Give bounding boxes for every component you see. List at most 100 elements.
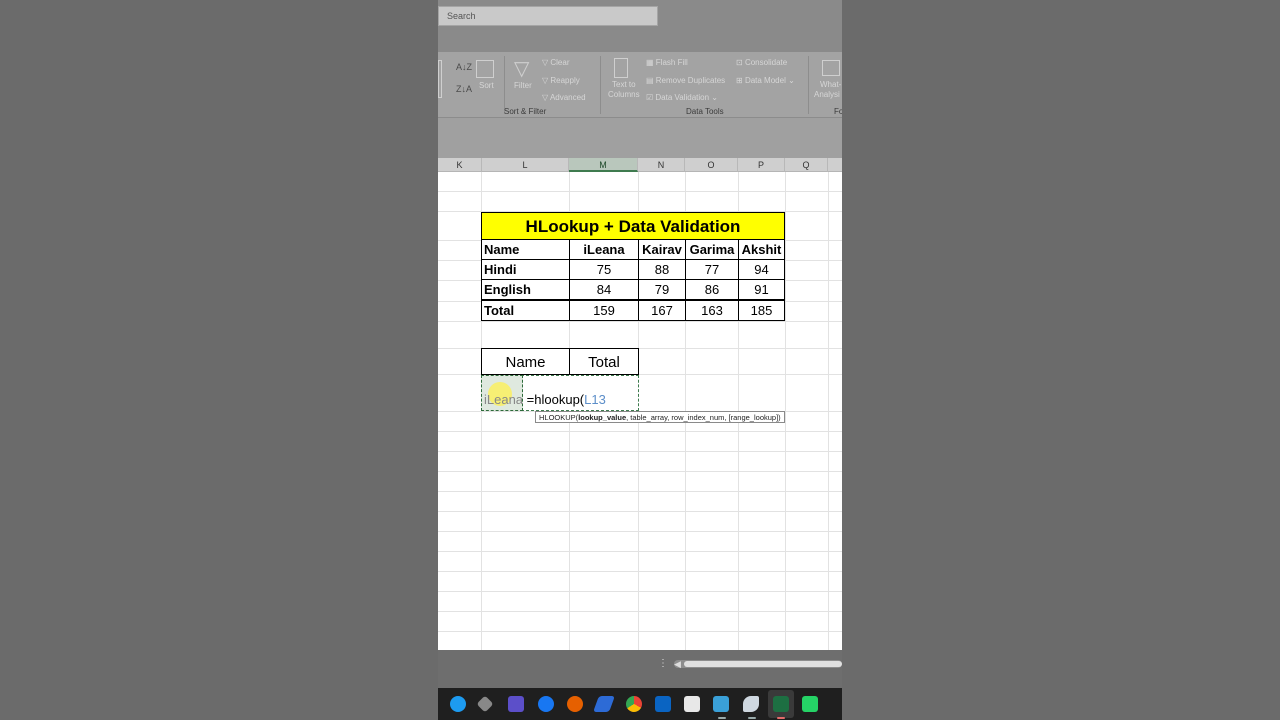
excel-icon[interactable] [773,696,789,712]
data-tools-group-label: Data Tools [686,107,724,116]
table-cell[interactable]: 163 [685,300,739,321]
flash-fill-label: Flash Fill [655,58,688,67]
flash-fill-button[interactable]: ▦ Flash Fill [646,58,688,67]
vs-icon[interactable] [508,696,524,712]
consolidate-label: Consolidate [744,58,788,67]
gridline [438,631,842,632]
table-cell[interactable]: 84 [569,279,639,300]
table-cell[interactable]: 86 [685,279,739,300]
column-header-p[interactable]: P [738,158,785,172]
column-header-k[interactable]: K [438,158,482,172]
column-header-l[interactable]: L [482,158,569,172]
data-model-label: Data Model [744,76,786,85]
taskbar-running-indicator [748,717,756,719]
clear-label: Clear [550,58,570,67]
taskbar-running-indicator [718,717,726,719]
column-header-row: K L M N O P Q [438,158,842,172]
search-input[interactable]: Search [438,6,658,26]
spreadsheet-grid[interactable]: HLookup + Data Validation Name iLeana Ka… [438,172,842,650]
ribbon-data-tab: A↓Z Z↓A Sort ▽ Filter ▽ Clear ▽ Reapply … [438,52,842,118]
settings-cube-icon[interactable] [476,695,494,713]
ribbon-cut-icon [438,60,442,98]
lookup-total-header[interactable]: Total [569,348,639,375]
firefox-icon[interactable] [567,696,583,712]
table-cell[interactable]: 79 [638,279,686,300]
formula-prefix: =hlookup( [526,392,585,407]
remove-duplicates-button[interactable]: ▤ Remove Duplicates [646,76,725,85]
tooltip-current-arg[interactable]: lookup_value [578,413,626,422]
sort-button[interactable]: Sort [479,81,494,90]
table-cell[interactable]: 75 [569,259,639,280]
data-validation-button[interactable]: ☑ Data Validation ⌄ [646,93,718,102]
whatsapp-icon[interactable] [802,696,818,712]
function-tooltip[interactable]: HLOOKUP(lookup_value, table_array, row_i… [535,411,785,423]
background-left [0,0,438,720]
tooltip-function: HLOOKUP( [539,413,579,422]
table-cell[interactable]: 94 [738,259,785,280]
table-cell[interactable]: 88 [638,259,686,280]
sort-za-button[interactable]: Z↓A [456,84,472,94]
notepad-icon[interactable] [684,696,700,712]
power-automate-icon[interactable] [593,696,615,712]
column-header-n[interactable]: N [638,158,685,172]
data-model-button[interactable]: ⊞ Data Model ⌄ [736,76,795,85]
excel-active-indicator [777,717,785,719]
data-validation-icon: ☑ [646,93,656,102]
chrome-icon[interactable] [626,696,642,712]
table-cell[interactable]: 91 [738,279,785,300]
outlook-icon[interactable] [655,696,671,712]
sort-icon [476,60,494,78]
chevron-down-icon: ⌄ [709,93,719,102]
what-if-label-2[interactable]: Analysi [814,90,840,99]
formula-bar-area [438,118,842,158]
column-header-m[interactable]: M [569,158,638,172]
feather-icon[interactable] [743,696,759,712]
column-header-q[interactable]: Q [785,158,828,172]
text-to-columns-label-2[interactable]: Columns [608,90,640,99]
lookup-name-header[interactable]: Name [481,348,570,375]
facebook-icon[interactable] [538,696,554,712]
gridline [438,191,842,192]
table-header-cell[interactable]: Garima [685,239,739,260]
cell-edit-text[interactable]: iLeana =hlookup(L13 [484,392,606,407]
filter-button[interactable]: Filter [514,81,532,90]
snip-icon[interactable] [713,696,729,712]
table-cell[interactable]: 167 [638,300,686,321]
gridline [438,451,842,452]
reapply-button[interactable]: ▽ Reapply [542,76,580,85]
gridline [438,591,842,592]
sheet-options-icon[interactable]: ⋮ [658,658,668,669]
table-row-label[interactable]: Total [481,300,570,321]
text-to-columns-label-1[interactable]: Text to [612,80,636,89]
status-bar: ⋮ ◀ [438,650,842,688]
data-model-icon: ⊞ [736,76,745,85]
table-cell[interactable]: 77 [685,259,739,280]
table-header-cell[interactable]: Name [481,239,570,260]
table-cell[interactable]: 185 [738,300,785,321]
tooltip-other-args: , table_array, row_index_num, [range_loo… [626,413,781,422]
consolidate-button[interactable]: ⊡ Consolidate [736,58,787,67]
sort-az-button[interactable]: A↓Z [456,62,472,72]
advanced-button[interactable]: ▽ Advanced [542,93,586,102]
twitter-icon[interactable] [450,696,466,712]
column-header-o[interactable]: O [685,158,738,172]
table-cell[interactable]: 159 [569,300,639,321]
flash-fill-icon: ▦ [646,58,656,67]
table-row-label[interactable]: Hindi [481,259,570,280]
background-right [842,0,1280,720]
table-header-cell[interactable]: iLeana [569,239,639,260]
table-header-cell[interactable]: Akshit [738,239,785,260]
table-header-cell[interactable]: Kairav [638,239,686,260]
clear-button[interactable]: ▽ Clear [542,58,570,67]
scrollbar-thumb[interactable] [684,661,842,667]
what-if-label-1[interactable]: What- [820,80,841,89]
scroll-left-icon[interactable]: ◀ [674,659,681,670]
gridline [438,491,842,492]
what-if-icon [822,60,840,76]
ribbon-separator [504,56,505,114]
gridline [438,531,842,532]
table-row-label[interactable]: English [481,279,570,300]
advanced-label: Advanced [549,93,586,102]
gridline [438,611,842,612]
table-title[interactable]: HLookup + Data Validation [481,212,785,240]
